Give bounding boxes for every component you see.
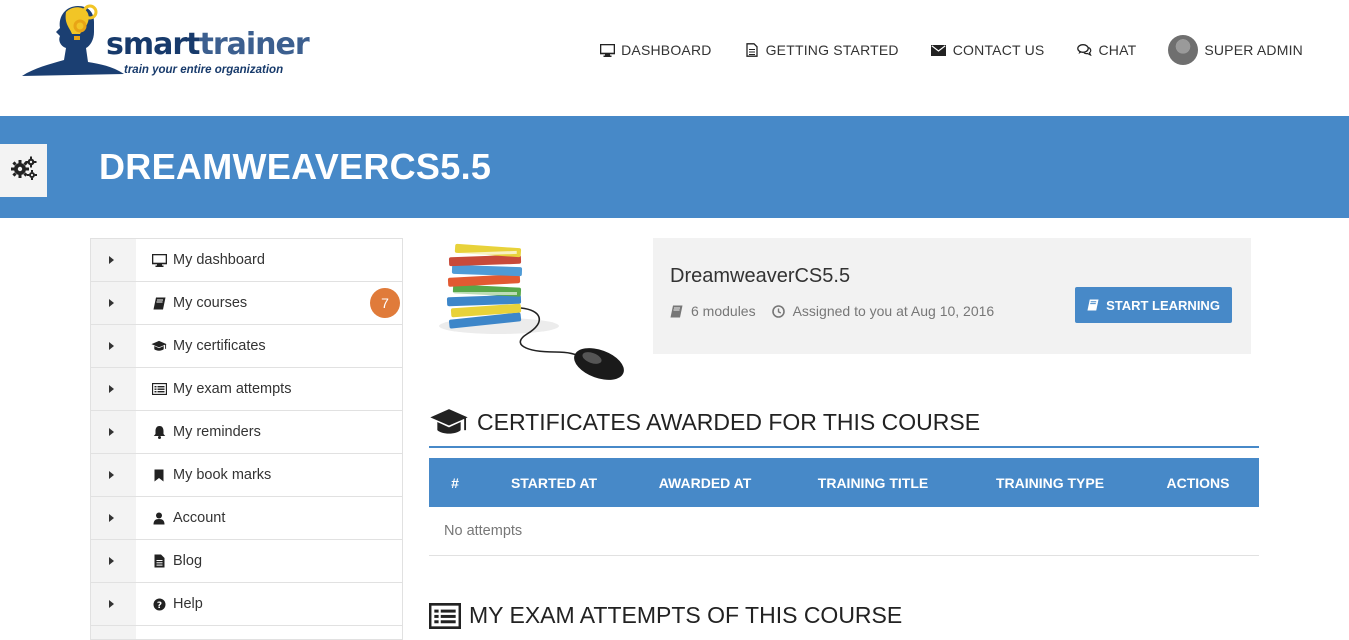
logo-tagline: train your entire organization [124,64,284,76]
caret-right-icon [109,342,114,350]
sidebar-item-account[interactable]: Account [91,497,402,540]
course-banner: DREAMWEAVERCS5.5 [0,116,1349,218]
gears-icon [10,156,37,185]
course-modules-count: 6 modules [691,303,756,319]
sidebar-item-label: Account [173,510,226,526]
caret-right-icon [109,299,114,307]
sidebar-item-label: My certificates [173,338,266,354]
sidebar-item-label: My book marks [173,467,272,483]
nav-chat-label: CHAT [1098,42,1137,58]
course-info-card: DreamweaverCS5.5 6 modules Assigned to y… [653,238,1251,354]
nav-getting-started[interactable]: GETTING STARTED [744,42,899,58]
user-icon [151,510,167,526]
column-header: ACTIONS [1137,458,1259,507]
smarttrainer-logo[interactable]: smarttrainer train your entire organizat… [20,2,310,82]
certificates-section-title: CERTIFICATES AWARDED FOR THIS COURSE [429,408,980,436]
sidebar-item-label: My exam attempts [173,381,292,397]
clock-icon [771,304,785,318]
question-circle-icon: ? [151,596,167,612]
books-and-mouse-image [439,243,624,380]
sidebar-item-my-courses[interactable]: My courses 7 [91,282,402,325]
nav-user-menu[interactable]: SUPER ADMIN [1168,35,1303,65]
svg-text:?: ? [156,601,161,611]
sidebar-menu: My dashboard My courses 7 My certificate… [90,238,403,640]
sidebar-item-label: Help [173,596,203,612]
caret-right-icon [109,514,114,522]
logo-wordmark: smarttrainer [106,27,310,62]
logo-word-trainer: trainer [199,27,310,62]
table-header-row: # STARTED AT AWARDED AT TRAINING TITLE T… [429,458,1259,507]
table-row: No attempts [429,507,1259,556]
nav-contact-us[interactable]: CONTACT US [931,42,1045,58]
courses-count-badge: 7 [370,288,400,318]
settings-toggle-button[interactable] [0,144,47,197]
chat-bubbles-icon [1076,43,1092,57]
sidebar-item-my-book-marks[interactable]: My book marks [91,454,402,497]
column-header: # [429,458,481,507]
list-icon [151,381,167,397]
page-title: DREAMWEAVERCS5.5 [99,146,492,187]
caret-right-icon [109,600,114,608]
graduation-cap-icon [151,338,167,354]
file-text-icon [151,553,167,569]
nav-contact-us-label: CONTACT US [952,42,1045,58]
envelope-icon [931,43,947,57]
nav-user-label: SUPER ADMIN [1204,42,1303,58]
caret-right-icon [109,428,114,436]
document-icon [744,43,760,57]
sidebar-item-my-exam-attempts[interactable]: My exam attempts [91,368,402,411]
logo-word-smart: smart [106,27,200,62]
book-icon [1087,299,1099,311]
list-icon [429,602,461,629]
certificates-table: # STARTED AT AWARDED AT TRAINING TITLE T… [429,458,1259,556]
main-nav: DASHBOARD GETTING STARTED CONTACT US CHA… [567,33,1303,67]
course-assigned-date: Assigned to you at Aug 10, 2016 [792,303,995,319]
caret-right-icon [109,471,114,479]
course-name: DreamweaverCS5.5 [670,265,851,287]
book-icon [670,305,683,318]
sidebar-item-help[interactable]: ? Help [91,583,402,626]
caret-right-icon [109,385,114,393]
start-learning-button[interactable]: START LEARNING [1075,287,1232,323]
bell-icon [151,424,167,440]
exam-attempts-title-text: MY EXAM ATTEMPTS OF THIS COURSE [469,602,903,628]
top-header: smarttrainer train your entire organizat… [0,0,1349,116]
course-thumbnail [429,238,636,388]
book-icon [151,295,167,311]
sidebar-item-label: Blog [173,553,203,569]
empty-state-text: No attempts [429,507,1259,556]
start-learning-label: START LEARNING [1106,297,1220,313]
section-divider [429,446,1259,448]
sidebar-item-my-dashboard[interactable]: My dashboard [91,239,402,282]
desktop-icon [151,252,167,268]
caret-right-icon [109,256,114,264]
sidebar-item-label: My reminders [173,424,261,440]
nav-dashboard-label: DASHBOARD [621,42,712,58]
graduation-cap-icon [429,408,469,436]
exam-attempts-section-title: MY EXAM ATTEMPTS OF THIS COURSE [429,602,902,629]
sidebar-item-my-certificates[interactable]: My certificates [91,325,402,368]
nav-getting-started-label: GETTING STARTED [765,42,899,58]
desktop-icon [599,43,615,57]
column-header: TRAINING TITLE [783,458,963,507]
course-meta: 6 modules Assigned to you at Aug 10, 201… [670,303,994,319]
sidebar-item-label: My courses [173,295,248,311]
sidebar-item-label: My dashboard [173,252,265,268]
column-header: AWARDED AT [627,458,783,507]
nav-chat[interactable]: CHAT [1076,42,1136,58]
column-header: TRAINING TYPE [963,458,1137,507]
certificates-title-text: CERTIFICATES AWARDED FOR THIS COURSE [477,408,981,435]
caret-right-icon [109,557,114,565]
sidebar-item-blog[interactable]: Blog [91,540,402,583]
sidebar-item-my-reminders[interactable]: My reminders [91,411,402,454]
column-header: STARTED AT [481,458,627,507]
bookmark-icon [151,467,167,483]
nav-dashboard[interactable]: DASHBOARD [599,42,711,58]
avatar [1168,35,1199,65]
